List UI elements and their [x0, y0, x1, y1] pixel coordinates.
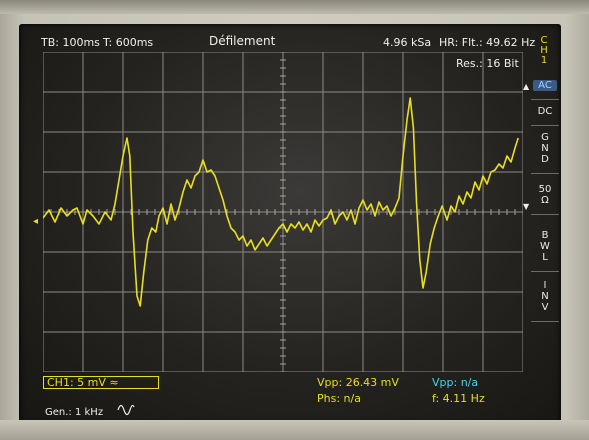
softkey-separator — [531, 173, 559, 174]
trigger-level-arrow-icon[interactable]: ▼ — [523, 202, 529, 211]
softkey-bwl[interactable]: B W L — [533, 230, 557, 263]
softkey-separator — [531, 321, 559, 322]
graticule — [43, 52, 523, 372]
phase-measurement: Phs: n/a — [317, 392, 361, 405]
softkey-separator — [531, 214, 559, 215]
trace-series-1 — [43, 97, 519, 307]
softkey-50ω[interactable]: 50 Ω — [533, 184, 557, 206]
generator-readout[interactable]: Gen.: 1 kHz — [45, 406, 103, 419]
hr-filter-readout: HR: Flt.: 49.62 Hz — [439, 36, 536, 49]
scroll-up-arrow-icon[interactable]: ▲ — [523, 82, 529, 91]
timebase-readout[interactable]: TB: 100ms — [41, 36, 100, 49]
sample-rate-readout: 4.96 kSa — [383, 36, 432, 49]
ch1-vpp-measurement: Vpp: 26.43 mV — [317, 376, 399, 389]
softkey-dc[interactable]: DC — [533, 106, 557, 117]
softkey-separator — [531, 271, 559, 272]
acquisition-mode-label: Défilement — [209, 34, 276, 48]
ch1-scale-setting[interactable]: CH1: 5 mV ≈ — [43, 376, 159, 389]
oscilloscope-screen: TB: 100ms T: 600ms Défilement 4.96 kSa H… — [19, 24, 561, 424]
ch1-menu-tab[interactable]: C H 1 — [535, 36, 553, 66]
bezel-bottom — [0, 420, 589, 440]
softkey-separator — [531, 125, 559, 126]
sine-wave-icon — [117, 404, 135, 416]
cursor-vpp-measurement: Vpp: n/a — [432, 376, 479, 389]
softkey-gnd[interactable]: G N D — [533, 132, 557, 165]
ch1-ground-marker[interactable]: ◂ — [33, 216, 38, 227]
softkey-inv[interactable]: I N V — [533, 280, 557, 313]
bezel-top — [0, 0, 589, 14]
ch1-trace — [43, 97, 519, 307]
frequency-measurement: f: 4.11 Hz — [432, 392, 485, 405]
softkey-separator — [531, 99, 559, 100]
trigger-position-readout[interactable]: T: 600ms — [103, 36, 153, 49]
waveform-plot — [43, 52, 523, 372]
softkey-ac[interactable]: AC — [533, 80, 557, 91]
